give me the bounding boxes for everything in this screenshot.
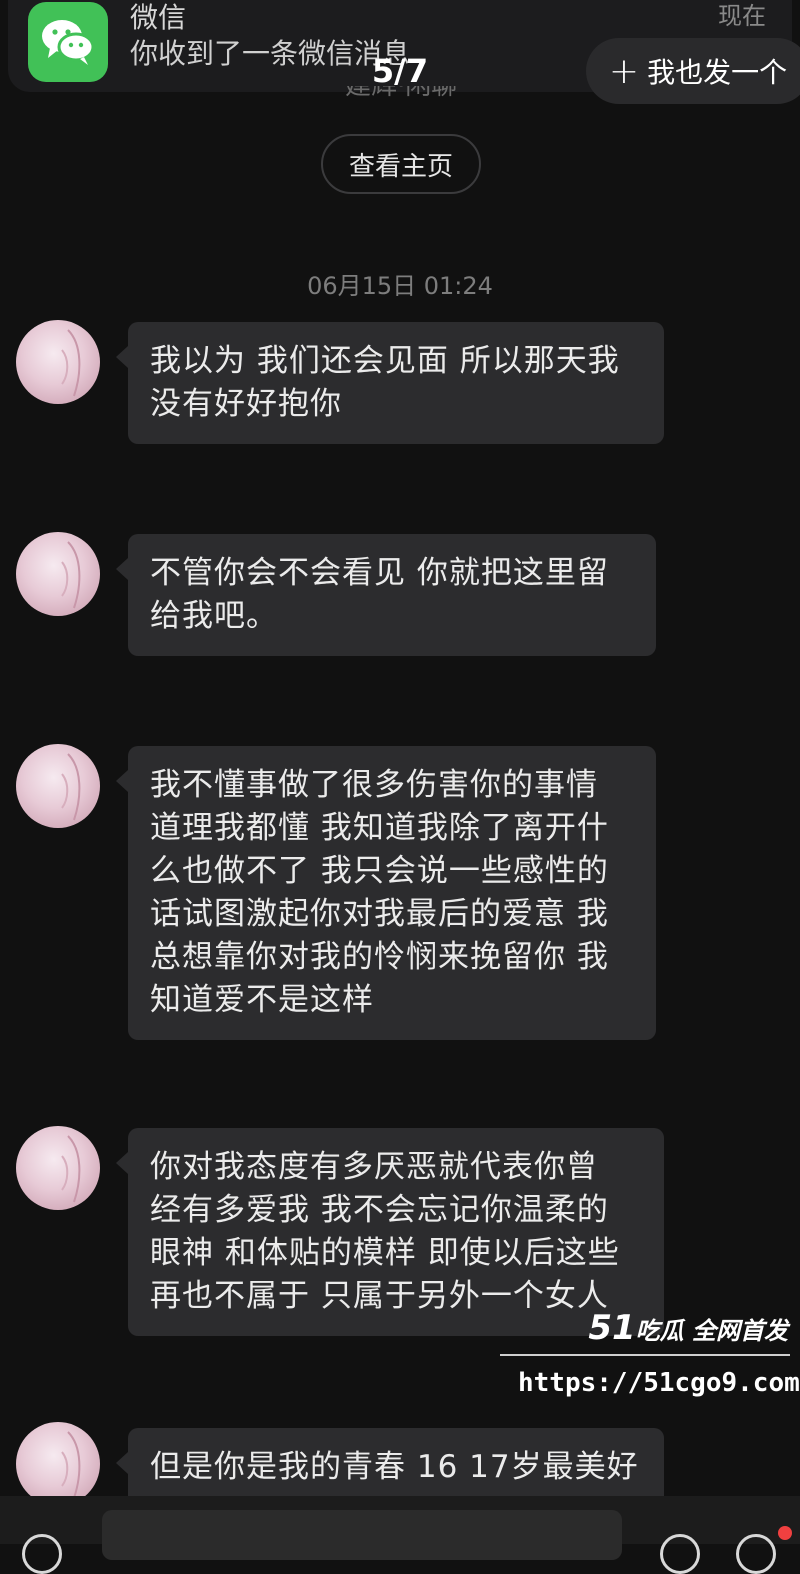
avatar[interactable] <box>16 744 100 828</box>
watermark-url: https://51cgo9.com <box>518 1368 800 1398</box>
more-icon[interactable] <box>736 1534 776 1574</box>
avatar[interactable] <box>16 320 100 404</box>
watermark-brand: 51吃瓜 全网首发 <box>588 1308 788 1348</box>
truncated-caption: 建辉·闲聊 <box>345 86 458 101</box>
chat-timestamp: 06月15日 01:24 <box>307 272 493 300</box>
message-bubble[interactable]: 不管你会不会看见 你就把这里留 给我吧。 <box>116 534 656 656</box>
site-watermark: 51吃瓜 全网首发 https://51cgo9.com <box>496 1308 800 1398</box>
avatar[interactable] <box>16 1126 100 1210</box>
message-bubble[interactable]: 我不懂事做了很多伤害你的事情 道理我都懂 我知道我除了离开什 么也做不了 我只会… <box>116 746 656 1040</box>
view-profile-button[interactable]: 查看主页 <box>321 134 481 194</box>
notification-app-name: 微信 <box>130 1 187 34</box>
post-my-own-label: 我也发一个 <box>647 56 788 89</box>
message-bubble[interactable]: 你对我态度有多厌恶就代表你曾 经有多爱我 我不会忘记你温柔的 眼神 和体贴的模样… <box>116 1128 664 1336</box>
message-bubble[interactable]: 我以为 我们还会见面 所以那天我 没有好好抱你 <box>116 322 664 444</box>
message-input[interactable] <box>102 1510 622 1560</box>
chat-input-bar <box>0 1496 800 1574</box>
unread-dot <box>778 1526 792 1540</box>
avatar[interactable] <box>16 532 100 616</box>
plus-icon: + <box>608 50 640 92</box>
watermark-divider <box>500 1354 790 1356</box>
notification-time: 现在 <box>718 2 766 30</box>
voice-icon[interactable] <box>22 1534 62 1574</box>
post-my-own-button[interactable]: + 我也发一个 <box>586 38 800 104</box>
emoji-icon[interactable] <box>660 1534 700 1574</box>
avatar[interactable] <box>16 1422 100 1506</box>
